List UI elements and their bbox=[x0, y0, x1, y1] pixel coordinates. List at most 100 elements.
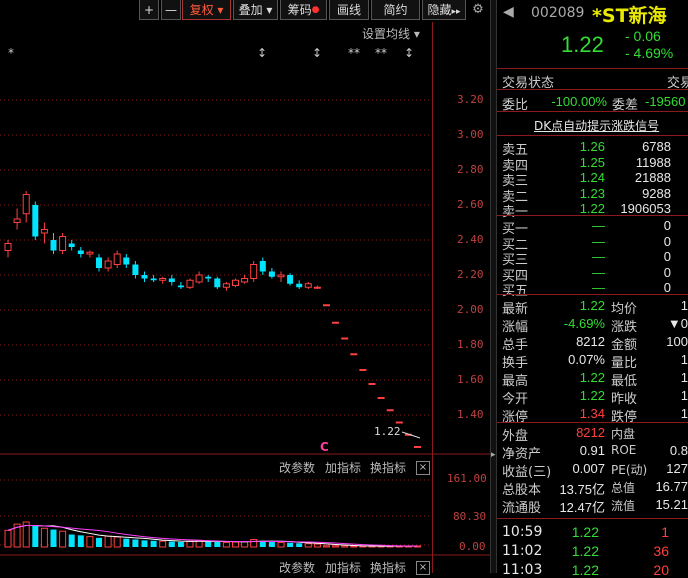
candle-body bbox=[22, 194, 30, 215]
fund-label: 流通股 bbox=[502, 501, 542, 516]
swap-indicator-button-2[interactable]: 换指标 bbox=[370, 559, 406, 576]
candle-body bbox=[68, 243, 75, 247]
fund-value: 0.007 bbox=[572, 461, 605, 476]
fuquan-dropdown[interactable]: 复权 ▾ bbox=[182, 0, 231, 20]
ask-volume: 21888 bbox=[634, 170, 671, 185]
volume-bar bbox=[232, 541, 239, 548]
huaxian-button[interactable]: 画线 bbox=[329, 0, 369, 20]
candle-body bbox=[377, 397, 385, 399]
ask-price[interactable]: 1.26 bbox=[557, 139, 605, 154]
volume-bar bbox=[77, 535, 84, 547]
stat-value: 1 bbox=[680, 352, 688, 367]
bid-price[interactable]: — bbox=[557, 234, 605, 249]
divider bbox=[497, 111, 688, 112]
settings-ma-label: 设置均线 bbox=[362, 27, 411, 41]
chouma-button[interactable]: 筹码● bbox=[280, 0, 327, 20]
close-indicator-button[interactable]: × bbox=[416, 461, 430, 475]
change-param-button-2[interactable]: 改参数 bbox=[279, 559, 315, 576]
tick-time: 10:59 bbox=[502, 524, 543, 540]
event-mark[interactable]: * bbox=[8, 46, 14, 60]
swap-indicator-button[interactable]: 换指标 bbox=[370, 459, 406, 476]
stat-value: 1 bbox=[680, 370, 688, 385]
stat-value: 8212 bbox=[576, 334, 605, 349]
gear-icon[interactable]: ⚙ bbox=[468, 0, 488, 20]
diejia-dropdown[interactable]: 叠加 ▾ bbox=[233, 0, 278, 20]
fund-value: 15.21 bbox=[655, 497, 688, 512]
volume-bar bbox=[113, 536, 121, 548]
marker-c[interactable]: C bbox=[320, 440, 329, 454]
fund-value: 8212 bbox=[576, 425, 605, 440]
ask-price[interactable]: 1.22 bbox=[557, 201, 605, 216]
event-mark[interactable]: ↕ bbox=[257, 46, 267, 60]
change-param-button[interactable]: 改参数 bbox=[279, 459, 315, 476]
volume-bar bbox=[214, 542, 221, 547]
zoom-out-button[interactable]: — bbox=[161, 0, 181, 20]
volume-bar bbox=[268, 542, 275, 547]
tick-price: 1.22 bbox=[571, 524, 599, 540]
stat-value: ▼0 bbox=[667, 316, 688, 331]
candle-body bbox=[268, 271, 275, 277]
volume-bar bbox=[50, 529, 57, 547]
candle-body bbox=[323, 304, 330, 307]
stat-value: 1 bbox=[680, 298, 688, 313]
stat-value: 1.34 bbox=[579, 406, 605, 421]
stat-value: 1.22 bbox=[579, 388, 605, 403]
add-indicator-button-2[interactable]: 加指标 bbox=[325, 559, 361, 576]
candle-body bbox=[104, 260, 112, 269]
yincang-button[interactable]: 隐藏▸▸ bbox=[422, 0, 466, 20]
jianyue-button[interactable]: 简约 bbox=[371, 0, 420, 20]
ask-volume: 6788 bbox=[642, 139, 671, 154]
candle-body bbox=[222, 283, 230, 288]
volume-bar bbox=[323, 545, 330, 548]
kline-chart[interactable]: 设置均线 ▾ * ↕ ↕ ** ** ↕ 3.20 3.00 2.80 2.60 2.4… bbox=[0, 22, 490, 576]
tick-time: 11:03 bbox=[502, 562, 543, 578]
bid-price[interactable]: — bbox=[557, 218, 605, 233]
candle-body bbox=[296, 283, 303, 288]
candle-body bbox=[214, 278, 221, 288]
event-mark[interactable]: ** bbox=[348, 46, 360, 60]
bid-price[interactable]: — bbox=[557, 280, 605, 295]
tick-volume: 20 bbox=[653, 562, 669, 578]
candle-body bbox=[177, 285, 184, 288]
price-tick: 2.00 bbox=[457, 303, 484, 316]
add-indicator-button[interactable]: 加指标 bbox=[325, 459, 361, 476]
fund-value: 12.47亿 bbox=[559, 500, 605, 515]
chart-canvas bbox=[0, 22, 490, 573]
ask-price[interactable]: 1.25 bbox=[557, 155, 605, 170]
settings-ma-dropdown[interactable]: 设置均线 ▾ bbox=[362, 25, 420, 42]
zoom-in-button[interactable]: + bbox=[139, 0, 159, 20]
ask-volume: 11988 bbox=[635, 154, 671, 170]
fund-label: ROE bbox=[611, 443, 637, 457]
volume-bar bbox=[304, 543, 312, 548]
volume-bar bbox=[59, 530, 67, 548]
volume-bar bbox=[205, 541, 212, 547]
divider bbox=[497, 135, 688, 136]
candle-body bbox=[168, 278, 175, 282]
volume-bar bbox=[186, 540, 194, 548]
fund-value: 0.91 bbox=[579, 443, 605, 458]
bid-price[interactable]: — bbox=[557, 265, 605, 280]
fund-value: 13.75亿 bbox=[559, 482, 605, 497]
volume-bar bbox=[40, 527, 48, 548]
prev-stock-icon[interactable]: ◀ bbox=[503, 4, 514, 20]
panel-splitter[interactable]: ▸ bbox=[490, 0, 497, 573]
candle-body bbox=[4, 243, 12, 251]
volume-tick: 80.30 bbox=[453, 510, 487, 523]
bid-volume: 0 bbox=[663, 233, 671, 249]
ask-price[interactable]: 1.23 bbox=[557, 186, 605, 201]
event-mark[interactable]: ↕ bbox=[404, 46, 414, 60]
dk-signal-link[interactable]: DK点自动提示涨跌信号 bbox=[534, 117, 659, 134]
candle-body bbox=[195, 274, 203, 283]
price-tick: 1.40 bbox=[457, 408, 484, 421]
stat-label: 最高 bbox=[502, 374, 529, 389]
volume-bar bbox=[32, 525, 39, 547]
candle-body bbox=[150, 278, 157, 281]
collapse-arrow-icon[interactable]: ▸ bbox=[491, 450, 496, 460]
volume-bar bbox=[104, 535, 112, 548]
ask-price[interactable]: 1.24 bbox=[557, 170, 605, 185]
event-mark[interactable]: ↕ bbox=[312, 46, 322, 60]
bid-price[interactable]: — bbox=[557, 249, 605, 264]
divider bbox=[497, 89, 688, 90]
event-mark[interactable]: ** bbox=[375, 46, 387, 60]
volume-bar bbox=[250, 539, 258, 548]
